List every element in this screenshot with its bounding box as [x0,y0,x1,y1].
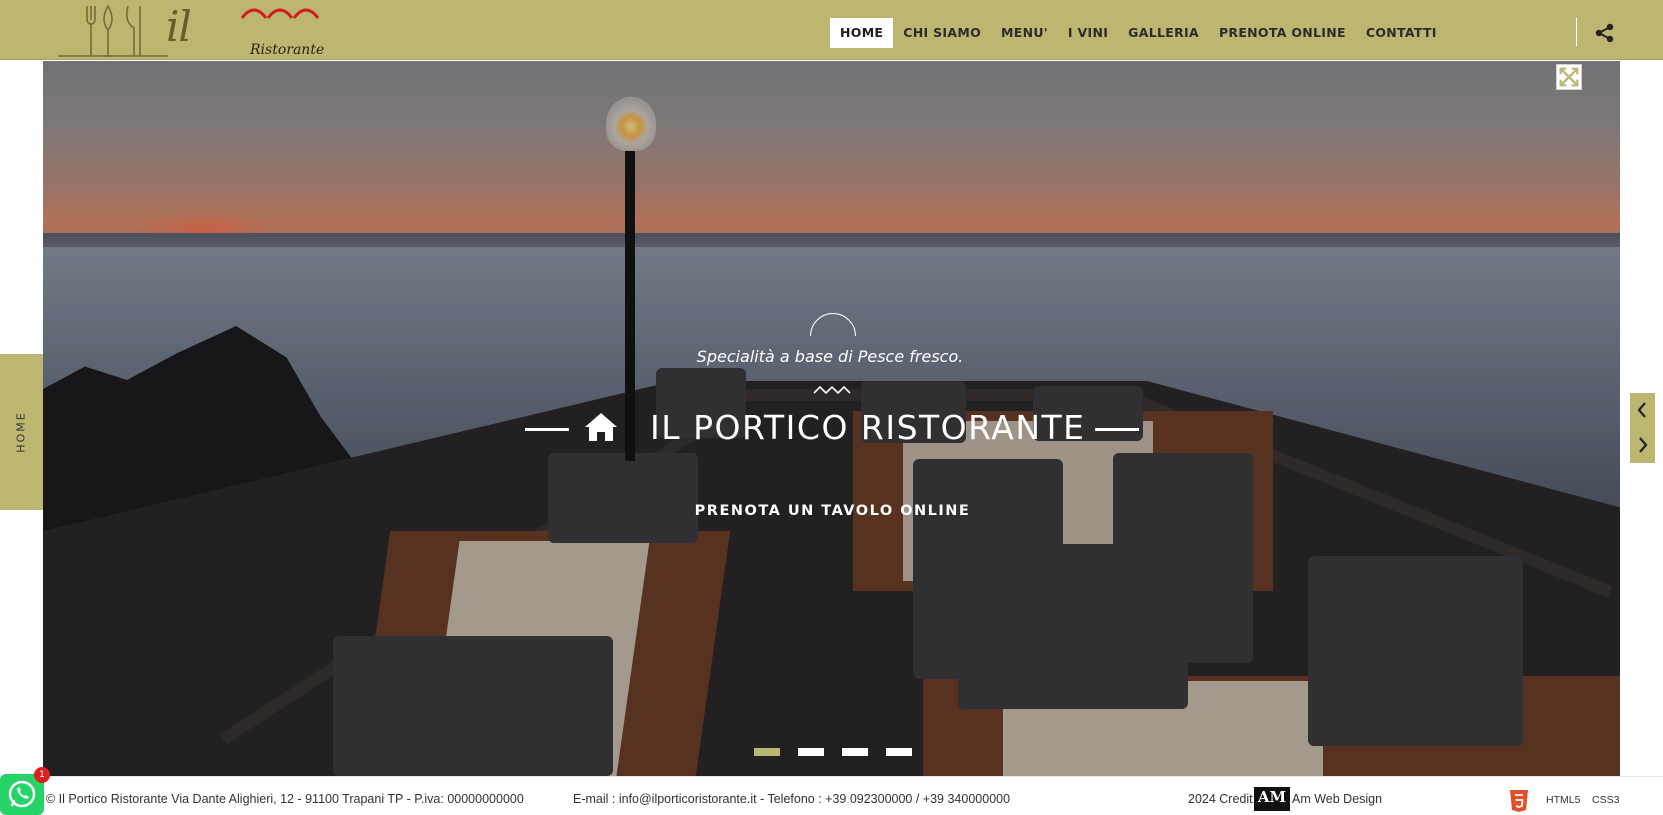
hero-title: IL PORTICO RISTORANTE [650,408,1086,447]
footer-contact[interactable]: E-mail : info@ilporticoristorante.it - T… [573,792,1010,806]
slider-dot-1[interactable] [754,748,780,756]
share-icon[interactable] [1594,22,1616,44]
header-divider [1576,18,1577,46]
nav-item-prenota-online[interactable]: PRENOTA ONLINE [1209,18,1356,48]
slider-dot-4[interactable] [886,748,912,756]
main-nav: HOME CHI SIAMO MENU' I VINI GALLERIA PRE… [830,18,1447,48]
nav-item-menu[interactable]: MENU' [991,18,1058,48]
slider-pagination [754,748,912,756]
chevron-right-icon[interactable] [1630,428,1655,463]
caption-rule-left [525,428,569,431]
nav-item-i-vini[interactable]: I VINI [1058,18,1118,48]
slider-arrows [1630,393,1655,463]
book-table-button[interactable]: PRENOTA UN TAVOLO ONLINE [640,503,1025,519]
footer-address: © Il Portico Ristorante Via Dante Alighi… [46,792,524,806]
whatsapp-notification-badge: 1 [34,767,50,783]
am-web-design-logo[interactable]: AM [1254,787,1290,811]
html5-icon [1510,790,1528,812]
fullscreen-icon[interactable] [1556,64,1582,90]
caption-rule-right [1095,428,1139,431]
home-icon [585,413,617,441]
site-footer: © Il Portico Ristorante Via Dante Alighi… [0,776,1663,815]
chevron-left-icon[interactable] [1630,393,1655,428]
wave-icon [813,385,851,395]
site-logo[interactable]: il Portico Ristorante [58,0,328,105]
side-tab-label: HOME [14,411,28,453]
hero-tagline: Specialità a base di Pesce fresco. [696,347,964,366]
footer-credit-prefix: 2024 Credit: [1188,792,1257,806]
css3-label: CSS3 [1592,794,1620,806]
nav-item-galleria[interactable]: GALLERIA [1118,18,1209,48]
cutlery-glass-logo-icon [58,4,168,57]
html5-label: HTML5 [1546,794,1581,806]
side-tab-home[interactable]: HOME [0,354,43,510]
logo-subtitle: Ristorante [250,42,325,58]
nav-item-home[interactable]: HOME [830,18,894,48]
nav-item-contatti[interactable]: CONTATTI [1356,18,1447,48]
footer-credit-name[interactable]: Am Web Design [1292,792,1382,806]
logo-arches-icon [240,8,320,19]
slider-dot-2[interactable] [798,748,824,756]
nav-item-chi-siamo[interactable]: CHI SIAMO [893,18,991,48]
slider-dot-3[interactable] [842,748,868,756]
site-header: il Portico Ristorante HOME CHI SIAMO MEN… [0,0,1663,105]
